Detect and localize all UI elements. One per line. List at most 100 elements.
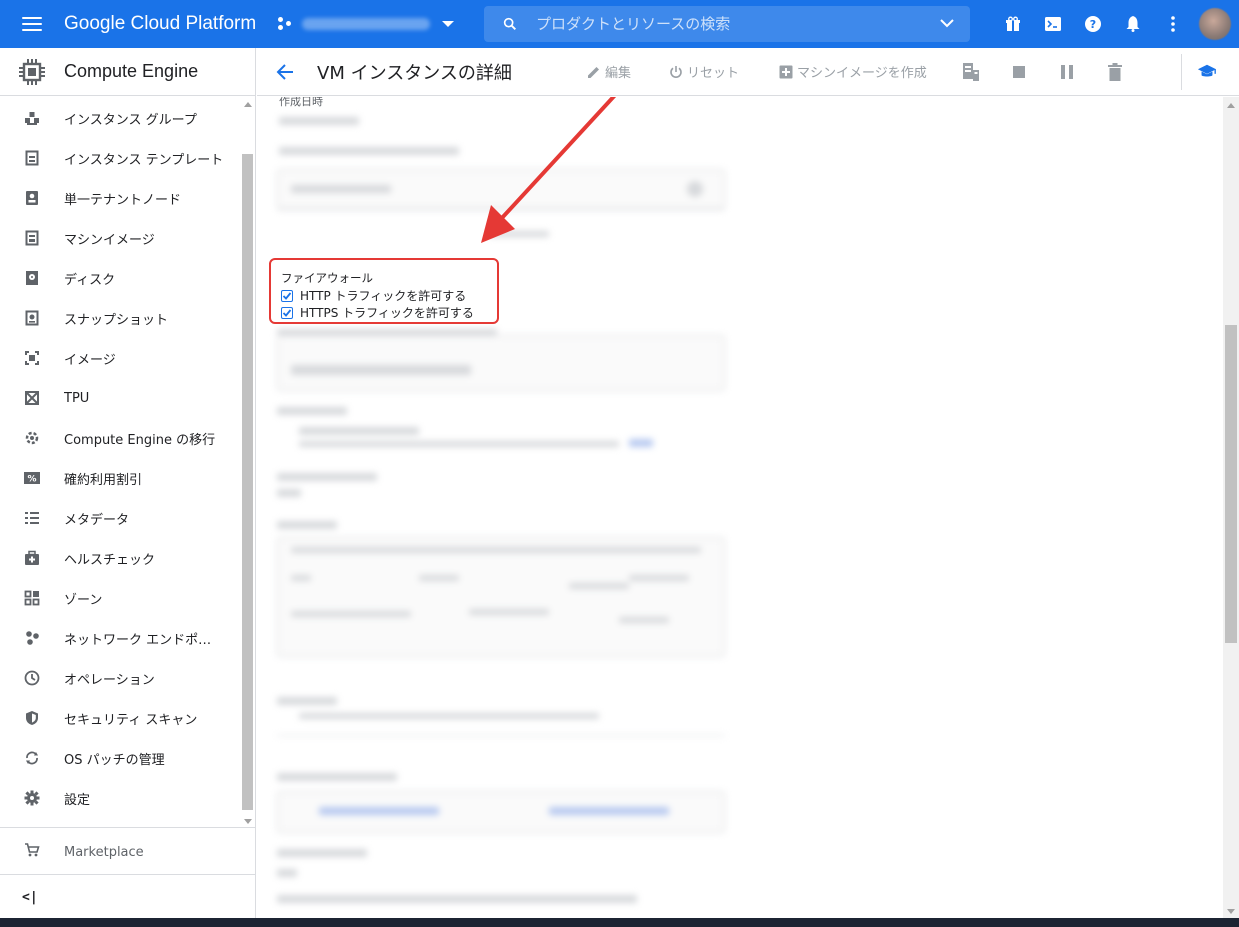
https-traffic-checkbox[interactable]	[281, 306, 293, 319]
back-arrow-icon[interactable]	[275, 62, 295, 82]
sidebar-item-tpu[interactable]: TPU	[0, 378, 238, 418]
sidebar-item-settings[interactable]: 設定	[0, 778, 238, 818]
pause-icon[interactable]	[1057, 62, 1077, 82]
sidebar-item-migrate[interactable]: Compute Engine の移行	[0, 418, 238, 458]
content-scrollbar[interactable]	[1223, 97, 1239, 918]
sidebar-item-operations[interactable]: オペレーション	[0, 658, 238, 698]
top-app-bar: Google Cloud Platform ?	[0, 0, 1239, 48]
os-patch-icon	[24, 750, 40, 766]
sole-tenant-nodes-icon	[24, 190, 40, 206]
project-selector[interactable]	[278, 17, 455, 31]
images-icon	[24, 350, 40, 366]
migrate-icon	[24, 430, 40, 446]
gift-icon[interactable]	[993, 4, 1033, 44]
add-box-icon	[779, 65, 793, 78]
search-icon	[503, 17, 516, 30]
content-scroll-thumb[interactable]	[1225, 325, 1237, 643]
metadata-icon	[24, 510, 40, 526]
scroll-up-arrow-icon[interactable]	[1227, 103, 1235, 108]
sidebar-item-label: Compute Engine の移行	[64, 432, 216, 448]
sidebar-item-label: オペレーション	[64, 672, 155, 688]
clone-instance-icon[interactable]	[961, 62, 981, 82]
sidebar-item-network-endpoint-groups[interactable]: ネットワーク エンドポイント グループ	[0, 618, 238, 658]
sidebar-item-label: マシンイメージ	[64, 232, 155, 248]
stop-icon[interactable]	[1009, 62, 1029, 82]
sidebar-item-disks[interactable]: ディスク	[0, 258, 238, 298]
nav-divider	[0, 874, 255, 875]
https-traffic-label: HTTPS トラフィックを許可する	[300, 306, 474, 320]
instance-details-content: 作成日時 ファイアウォール HTTP トラフィックを許可する HTTPS トラフ…	[257, 97, 1223, 918]
help-icon[interactable]: ?	[1073, 4, 1113, 44]
marketplace-label: Marketplace	[64, 844, 144, 860]
sidebar-item-health-checks[interactable]: ヘルスチェック	[0, 538, 238, 578]
tpu-icon	[24, 390, 40, 406]
sidebar-item-snapshots[interactable]: スナップショット	[0, 298, 238, 338]
svg-text:?: ?	[1090, 18, 1096, 31]
http-traffic-checkbox[interactable]	[281, 289, 293, 302]
sidebar-item-instance-groups[interactable]: インスタンス グループ	[0, 98, 238, 138]
create-machine-image-button[interactable]: マシンイメージを作成	[779, 62, 927, 81]
sidebar-item-sole-tenant-nodes[interactable]: 単一テナントノード	[0, 178, 238, 218]
collapse-nav-button[interactable]: <|	[22, 890, 38, 905]
side-navigation: Compute Engine インスタンス グループ インスタンス テンプレート…	[0, 48, 256, 918]
firewall-section-highlight: ファイアウォール HTTP トラフィックを許可する HTTPS トラフィックを許…	[269, 258, 499, 324]
sidebar-item-label: 設定	[64, 792, 91, 808]
nav-header: Compute Engine	[0, 48, 255, 96]
power-icon	[670, 65, 682, 78]
toolbar-divider	[1181, 54, 1182, 90]
nav-divider	[0, 827, 255, 828]
reset-button[interactable]: リセット	[669, 62, 739, 81]
sidebar-item-marketplace[interactable]: Marketplace	[0, 832, 255, 872]
delete-icon[interactable]	[1105, 62, 1125, 82]
sidebar-item-images[interactable]: イメージ	[0, 338, 238, 378]
edit-button[interactable]: 編集	[587, 62, 631, 81]
search-bar[interactable]	[484, 6, 970, 42]
network-endpoint-groups-icon	[24, 630, 40, 646]
sidebar-item-metadata[interactable]: メタデータ	[0, 498, 238, 538]
search-input[interactable]	[536, 15, 916, 33]
sidebar-item-security-scans[interactable]: セキュリティ スキャン	[0, 698, 238, 738]
snapshots-icon	[24, 310, 40, 326]
http-traffic-option[interactable]: HTTP トラフィックを許可する	[281, 287, 466, 304]
zones-icon	[24, 590, 40, 606]
brand-title[interactable]: Google Cloud Platform	[64, 13, 256, 35]
more-vert-icon[interactable]	[1153, 4, 1193, 44]
sidebar-item-label: イメージ	[64, 352, 116, 368]
top-actions: ?	[993, 0, 1239, 48]
sidebar-item-label: ゾーン	[64, 592, 103, 608]
learn-school-icon[interactable]	[1197, 62, 1217, 82]
nav-scroll-thumb[interactable]	[242, 154, 253, 810]
page-title: VM インスタンスの詳細	[317, 62, 512, 84]
sidebar-item-label: スナップショット	[64, 312, 169, 328]
http-traffic-label: HTTP トラフィックを許可する	[300, 289, 467, 303]
sidebar-item-os-patch[interactable]: OS パッチの管理	[0, 738, 238, 778]
security-scans-icon	[24, 710, 40, 726]
compute-engine-chip-icon	[19, 58, 45, 85]
create-machine-image-label: マシンイメージを作成	[797, 66, 927, 81]
nav-scrollbar[interactable]	[240, 98, 255, 826]
sidebar-item-label: 単一テナントノード	[64, 192, 182, 208]
sidebar-item-label: メタデータ	[64, 512, 130, 528]
avatar[interactable]	[1199, 8, 1231, 40]
nav-list: インスタンス グループ インスタンス テンプレート 単一テナントノード マシンイ…	[0, 98, 238, 818]
notifications-icon[interactable]	[1113, 4, 1153, 44]
scroll-up-arrow-icon[interactable]	[244, 102, 252, 107]
operations-icon	[24, 670, 40, 686]
sidebar-item-machine-images[interactable]: マシンイメージ	[0, 218, 238, 258]
cloud-shell-icon[interactable]	[1033, 4, 1073, 44]
chevron-down-icon[interactable]	[940, 18, 954, 28]
sidebar-item-zones[interactable]: ゾーン	[0, 578, 238, 618]
sidebar-item-instance-templates[interactable]: インスタンス テンプレート	[0, 138, 238, 178]
pencil-icon	[588, 66, 599, 78]
edit-label: 編集	[605, 66, 632, 81]
scroll-down-arrow-icon[interactable]	[244, 819, 252, 824]
menu-icon[interactable]	[22, 17, 42, 31]
https-traffic-option[interactable]: HTTPS トラフィックを許可する	[281, 304, 474, 321]
scroll-down-arrow-icon[interactable]	[1227, 909, 1235, 914]
sidebar-item-committed-use-discounts[interactable]: % 確約利用割引	[0, 458, 238, 498]
cart-icon	[24, 842, 40, 862]
instance-groups-icon	[24, 110, 40, 126]
sidebar-item-label: インスタンス グループ	[64, 112, 197, 128]
machine-images-icon	[24, 230, 40, 246]
reset-label: リセット	[687, 66, 740, 81]
